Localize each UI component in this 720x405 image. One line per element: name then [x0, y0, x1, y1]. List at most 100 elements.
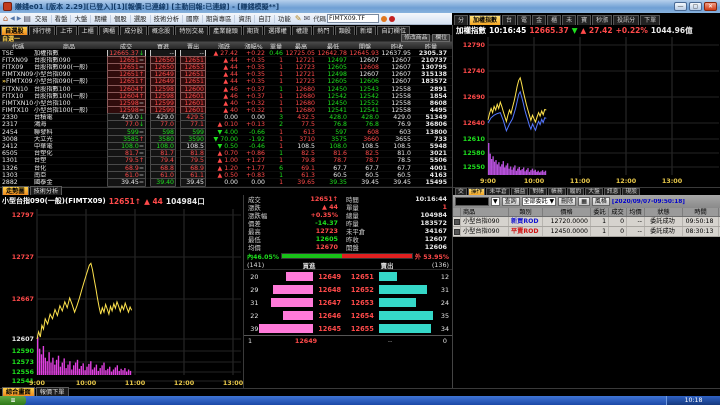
tab-概念股[interactable]: 概念股: [147, 26, 175, 35]
menu-item[interactable]: 期權: [91, 15, 112, 23]
tab-上市[interactable]: 上市: [56, 26, 77, 35]
ask-price[interactable]: 12652: [346, 286, 379, 294]
edit-products-button[interactable]: 修改商品: [401, 34, 431, 42]
column-header[interactable]: 漲幅%: [240, 42, 267, 49]
menu-item[interactable]: 大盤: [71, 15, 92, 23]
tab-產業龍頭[interactable]: 產業龍頭: [209, 26, 242, 35]
bid-price[interactable]: 12645: [313, 325, 346, 333]
mail-icon[interactable]: ✉: [304, 14, 311, 23]
tab-未平倉[interactable]: 未平倉: [486, 188, 510, 195]
tab-訊息[interactable]: 訊息: [603, 188, 622, 195]
tab-興櫃[interactable]: 興櫃: [98, 26, 120, 35]
tab-投訊分[interactable]: 投訊分: [613, 15, 640, 25]
tab-未[interactable]: 未: [562, 15, 577, 25]
tab-帳務[interactable]: 帳務: [548, 188, 566, 195]
tab-損益[interactable]: 損益: [510, 188, 529, 195]
column-header[interactable]: 最低: [317, 42, 349, 49]
account-dropdown-icon[interactable]: ▼: [491, 197, 500, 206]
code-input[interactable]: [327, 14, 380, 23]
order-column-header[interactable]: 成交: [609, 208, 627, 216]
menu-item[interactable]: 個股: [111, 15, 131, 23]
order-column-header[interactable]: 價格: [543, 208, 591, 216]
bid-price[interactable]: 12646: [313, 312, 346, 320]
column-header[interactable]: 商品: [34, 42, 104, 49]
alert-icon[interactable]: [381, 15, 388, 22]
forward-icon[interactable]: ▶: [17, 15, 22, 22]
depth-row[interactable]: 29 12648 12652 31: [244, 283, 452, 296]
tab-上櫃[interactable]: 上櫃: [77, 26, 98, 35]
column-header[interactable]: 最高: [285, 42, 317, 49]
column-header[interactable]: 昨收: [381, 42, 413, 49]
tab-台[interactable]: 台: [502, 15, 517, 25]
tab-權證[interactable]: 權證: [291, 26, 313, 35]
column-header[interactable]: 昨量: [413, 42, 449, 49]
mtx-intraday-chart[interactable]: 12797 12727 12667 12607 12590 12573 12556 12541…: [0, 207, 244, 390]
tab-特別交易[interactable]: 特別交易: [175, 26, 209, 35]
style-button[interactable]: 風格: [591, 197, 610, 206]
column-header[interactable]: 賣出: [178, 42, 208, 49]
order-column-header[interactable]: 商品: [461, 208, 509, 216]
tab-櫃[interactable]: 櫃: [547, 15, 562, 25]
tab-成分股[interactable]: 成分股: [120, 26, 147, 35]
menu-item[interactable]: 自訂: [255, 15, 276, 23]
minimize-button[interactable]: —: [674, 2, 687, 11]
menu-item[interactable]: 資訊: [235, 15, 256, 23]
bid-price[interactable]: 12648: [313, 286, 346, 294]
tab-類股[interactable]: 類股: [334, 26, 355, 35]
maximize-button[interactable]: ▢: [689, 2, 702, 11]
order-column-header[interactable]: 類別: [509, 208, 543, 216]
back-icon[interactable]: ◀: [10, 15, 15, 22]
depth-row[interactable]: 22 12646 12654 35: [244, 309, 452, 322]
column-header[interactable]: 成交: [104, 42, 148, 49]
order-column-header[interactable]: 狀態: [645, 208, 683, 216]
tab-選擇權[interactable]: 選擇權: [264, 26, 291, 35]
grid-icon[interactable]: ▦: [578, 197, 590, 206]
edit-columns-button[interactable]: 欄位: [432, 34, 450, 42]
tab-排行榜[interactable]: 排行榜: [28, 26, 56, 35]
tab-大盤[interactable]: 大盤: [585, 188, 603, 195]
tab-電[interactable]: 電: [517, 15, 532, 25]
tab-技術分析[interactable]: 技術分析: [29, 186, 63, 195]
tab-熱門[interactable]: 熱門: [313, 26, 334, 35]
order-column-header[interactable]: 委託: [591, 208, 609, 216]
depth-row[interactable]: 39 12645 12655 34: [244, 322, 452, 335]
tab-對帳[interactable]: 對帳: [529, 188, 548, 195]
delete-button[interactable]: 刪除: [558, 197, 577, 206]
order-filter-select[interactable]: 全部委託 ▼: [521, 197, 557, 206]
ask-price[interactable]: 12651: [346, 273, 379, 281]
order-row[interactable]: 小型台指090 平賣ROD 12450.0000 1 0 -- 委託成功 08:…: [453, 227, 720, 237]
tab-加權指數[interactable]: 加權指數: [469, 15, 502, 25]
tab-秒漲[interactable]: 秒漲: [592, 15, 613, 25]
tab-分[interactable]: 分: [454, 15, 469, 25]
home-icon[interactable]: ⌂: [3, 14, 8, 23]
depth-row[interactable]: 20 12649 12651 12: [244, 270, 452, 283]
pencil-icon[interactable]: ✎: [295, 14, 302, 23]
bid-price[interactable]: 12647: [313, 299, 346, 307]
tab-交[interactable]: 交: [455, 188, 467, 195]
tab-走勢圖[interactable]: 走勢圖: [2, 186, 29, 195]
tse-intraday-chart[interactable]: 12790 12740 12690 12640 12610 12580 12550 9:00 1…: [452, 35, 720, 187]
menu-item[interactable]: 選股: [130, 15, 151, 23]
start-button[interactable]: ≡: [0, 396, 26, 405]
menu-item[interactable]: 交易: [31, 15, 52, 23]
menu-item[interactable]: 期貨專區: [202, 15, 236, 23]
menu-item[interactable]: 國際: [183, 15, 203, 23]
tab-金[interactable]: 金: [532, 15, 547, 25]
menu-item[interactable]: 技術分析: [150, 15, 184, 23]
query-button[interactable]: 查詢: [501, 197, 520, 206]
column-header[interactable]: 單量: [267, 42, 285, 49]
column-header[interactable]: 代碼: [0, 42, 34, 49]
account-box[interactable]: [455, 197, 489, 206]
table-row[interactable]: 2882 國泰金 39.45= 39.40 39.45 0.00 0.00 1 …: [0, 177, 452, 187]
system-tray-clock[interactable]: 10:18: [666, 396, 720, 405]
print-icon[interactable]: ▤: [23, 14, 31, 23]
order-row[interactable]: 小型台指090 新買ROD 12720.0000 1 0 -- 委託成功 09:…: [453, 217, 720, 227]
bid-price[interactable]: 12649: [313, 273, 346, 281]
tab-現股[interactable]: 現股: [622, 188, 641, 195]
tab-下單[interactable]: 下單: [640, 15, 661, 25]
depth-row[interactable]: 31 12647 12653 24: [244, 296, 452, 309]
menu-item[interactable]: 功能: [275, 15, 294, 23]
order-column-header[interactable]: 均價: [627, 208, 645, 216]
menu-item[interactable]: 看盤: [51, 15, 72, 23]
tab-報價下單[interactable]: 報價下單: [35, 387, 69, 396]
